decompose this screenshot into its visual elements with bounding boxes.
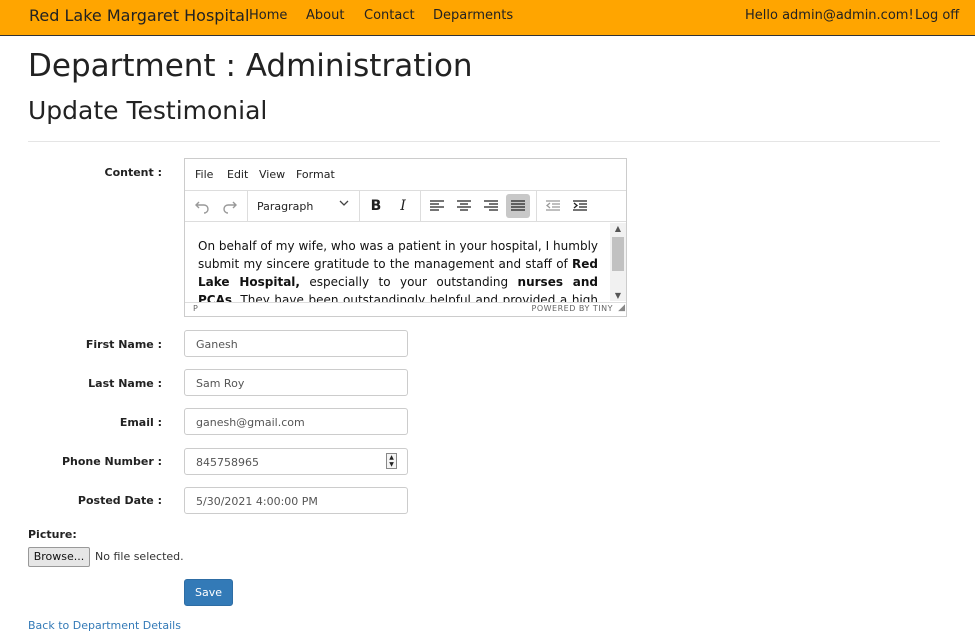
outdent-icon[interactable] [541, 194, 565, 218]
number-spinner[interactable]: ▲ ▼ [386, 453, 397, 469]
resize-grip-icon[interactable]: ◢ [618, 303, 625, 313]
content-label: Content : [104, 166, 163, 179]
menu-view[interactable]: View [259, 168, 285, 181]
email-input[interactable]: ganesh@gmail.com [184, 408, 408, 435]
brand-link[interactable]: Red Lake Margaret Hospital [29, 6, 249, 25]
phone-label: Phone Number : [61, 455, 162, 468]
align-justify-icon[interactable] [506, 194, 530, 218]
user-greeting-link[interactable]: Hello admin@admin.com! [745, 8, 914, 23]
scroll-up-icon[interactable]: ▲ [610, 224, 626, 233]
phone-value: 845758965 [196, 456, 259, 469]
undo-icon[interactable] [190, 194, 214, 218]
scrollbar-thumb[interactable] [612, 237, 624, 271]
block-format-select[interactable]: Paragraph [251, 194, 355, 218]
browse-button[interactable]: Browse... [28, 547, 90, 567]
menu-edit[interactable]: Edit [227, 168, 248, 181]
last-name-label: Last Name : [88, 377, 162, 390]
nav-departments-link[interactable]: Deparments [433, 8, 513, 23]
editor-toolbar: Paragraph B I [185, 190, 626, 222]
page-subtitle: Update Testimonial [28, 96, 268, 125]
toolbar-separator [420, 190, 421, 221]
editor-statusbar: P POWERED BY TINY ◢ [185, 302, 626, 316]
editor-scrollbar[interactable]: ▲ ▼ [610, 223, 626, 301]
align-center-icon[interactable] [452, 194, 476, 218]
first-name-value: Ganesh [196, 338, 238, 351]
content-text: especially to your outstanding [299, 275, 518, 289]
save-button[interactable]: Save [184, 579, 233, 606]
picture-label: Picture: [28, 528, 77, 541]
posted-date-label: Posted Date : [77, 494, 162, 507]
posted-date-value: 5/30/2021 4:00:00 PM [196, 495, 318, 508]
divider [28, 141, 940, 142]
toolbar-separator [247, 190, 248, 221]
back-to-department-link[interactable]: Back to Department Details [28, 619, 181, 632]
editor-content[interactable]: On behalf of my wife, who was a patient … [198, 237, 598, 303]
block-format-value: Paragraph [257, 200, 314, 213]
redo-icon[interactable] [218, 194, 242, 218]
first-name-input[interactable]: Ganesh [184, 330, 408, 357]
phone-input[interactable]: 845758965 ▲ ▼ [184, 448, 408, 475]
page-title: Department : Administration [28, 48, 473, 84]
top-navbar: Red Lake Margaret Hospital Home About Co… [0, 0, 975, 36]
chevron-down-icon [339, 198, 349, 211]
align-right-icon[interactable] [479, 194, 503, 218]
menu-format[interactable]: Format [296, 168, 335, 181]
email-label: Email : [119, 416, 162, 429]
toolbar-separator [536, 190, 537, 221]
align-left-icon[interactable] [425, 194, 449, 218]
last-name-input[interactable]: Sam Roy [184, 369, 408, 396]
scroll-down-icon[interactable]: ▼ [610, 291, 626, 300]
element-path[interactable]: P [193, 304, 198, 313]
logoff-link[interactable]: Log off [915, 8, 959, 23]
nav-contact-link[interactable]: Contact [364, 8, 415, 23]
toolbar-separator [359, 190, 360, 221]
italic-icon[interactable]: I [391, 194, 415, 218]
bold-icon[interactable]: B [364, 194, 388, 218]
nav-home-link[interactable]: Home [249, 8, 287, 23]
file-status: No file selected. [95, 550, 184, 563]
first-name-label: First Name : [85, 338, 162, 351]
rich-text-editor: File Edit View Format Paragraph B I On b… [184, 158, 627, 317]
nav-about-link[interactable]: About [306, 8, 344, 23]
powered-by-label[interactable]: POWERED BY TINY [532, 304, 614, 313]
content-text: On behalf of my wife, who was a patient … [198, 239, 598, 271]
last-name-value: Sam Roy [196, 377, 245, 390]
editor-menubar: File Edit View Format [185, 159, 626, 191]
email-value: ganesh@gmail.com [196, 416, 305, 429]
indent-icon[interactable] [568, 194, 592, 218]
menu-file[interactable]: File [195, 168, 213, 181]
posted-date-input[interactable]: 5/30/2021 4:00:00 PM [184, 487, 408, 514]
